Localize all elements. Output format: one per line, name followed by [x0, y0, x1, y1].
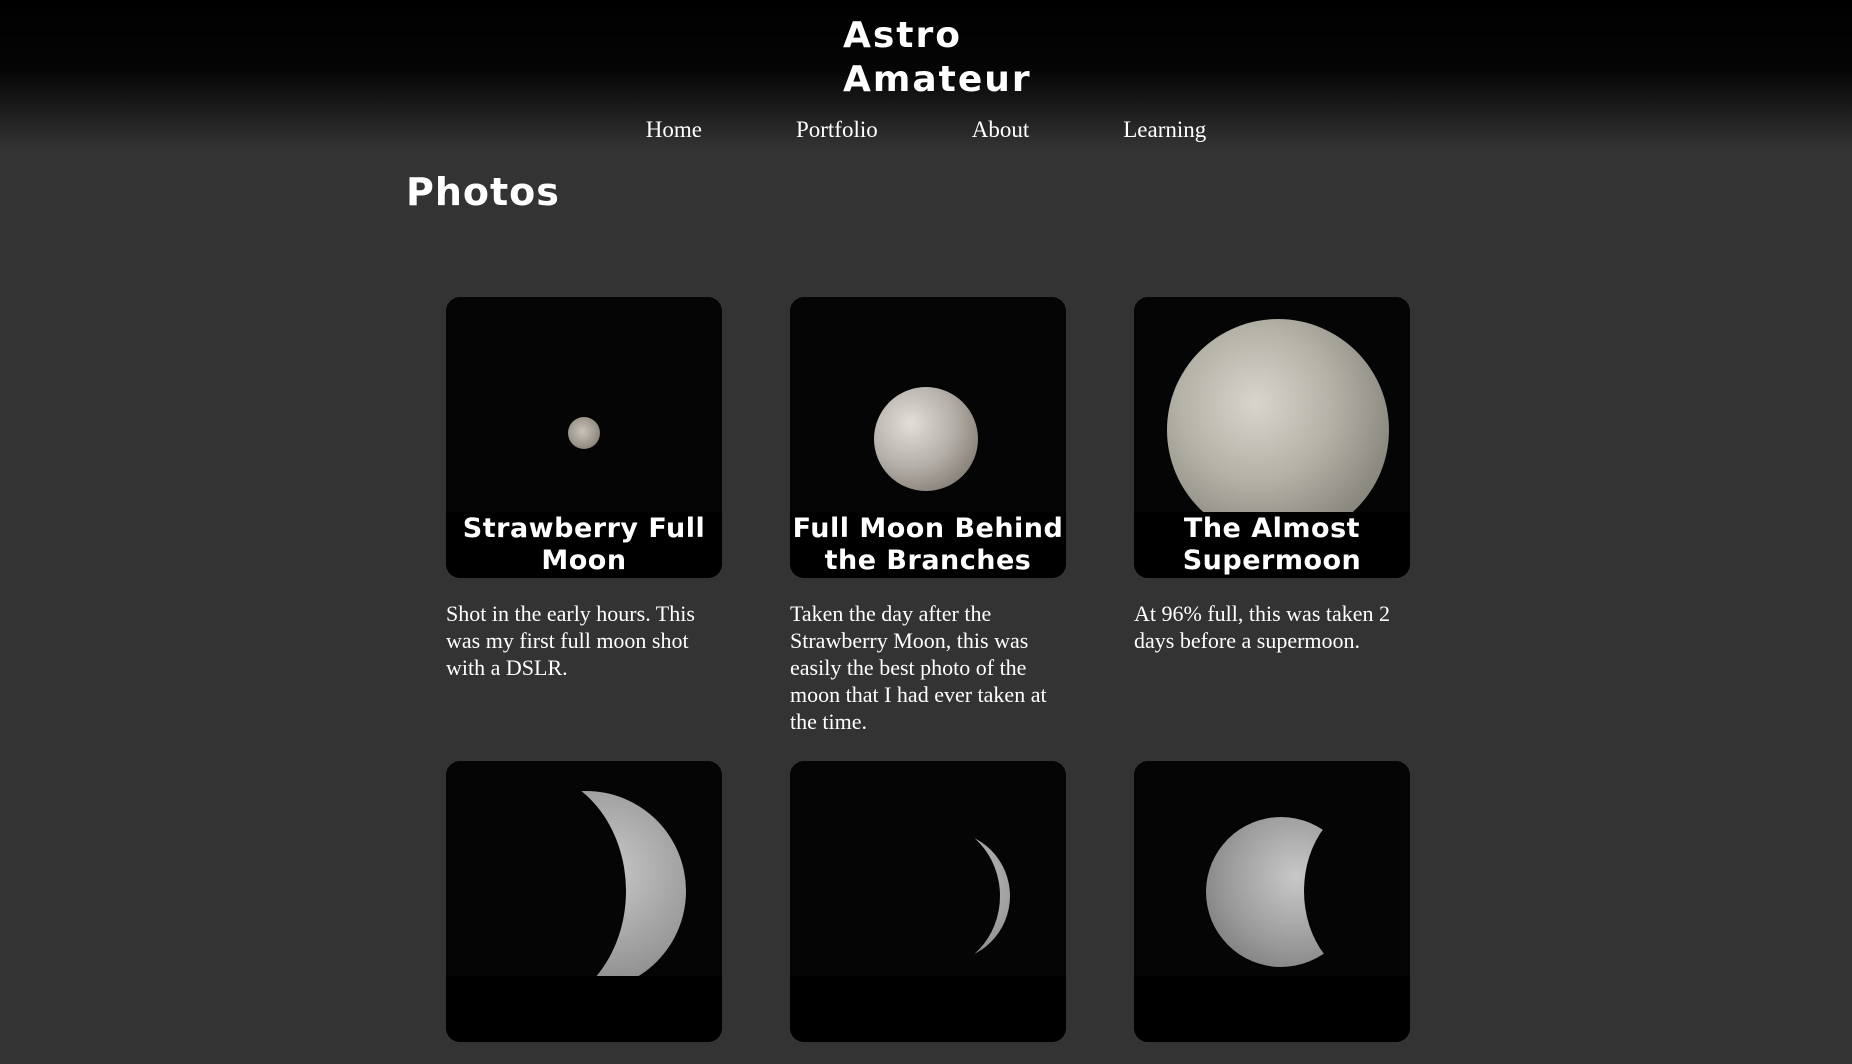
moon-image [1167, 319, 1389, 541]
site-title[interactable]: Astro Amateur [843, 14, 1032, 102]
photo-card [790, 761, 1066, 1064]
main-nav: Home Portfolio About Learning [0, 114, 1852, 146]
photo-image[interactable] [790, 761, 1066, 1042]
nav-portfolio-link[interactable]: Portfolio [796, 114, 878, 146]
photo-card: The Almost Supermoon At 96% full, this w… [1134, 297, 1410, 735]
photo-image[interactable] [1134, 761, 1410, 1042]
site-header: Astro Amateur Home Portfolio About Learn… [0, 0, 1852, 148]
site-title-line-1: Astro [843, 15, 962, 56]
nav-about-link[interactable]: About [972, 114, 1030, 146]
photo-image[interactable]: Strawberry Full Moon [446, 297, 722, 578]
moon-shadow [860, 821, 1000, 971]
site-title-line-2: Amateur [843, 59, 1032, 100]
photo-card [1134, 761, 1410, 1064]
photo-card [446, 761, 722, 1064]
photo-image[interactable]: Full Moon Behind the Branches [790, 297, 1066, 578]
moon-image [874, 387, 978, 491]
photo-description: Shot in the early hours. This was my fir… [446, 601, 695, 680]
page-heading: Photos [406, 170, 560, 214]
photo-card: Full Moon Behind the Branches Taken the … [790, 297, 1066, 735]
photo-title [1134, 976, 1410, 1042]
photo-title: Full Moon Behind the Branches [790, 512, 1066, 578]
photo-card: Strawberry Full Moon Shot in the early h… [446, 297, 722, 735]
photo-description: At 96% full, this was taken 2 days befor… [1134, 601, 1391, 653]
photo-description: Taken the day after the Strawberry Moon,… [790, 601, 1047, 734]
moon-image [568, 417, 600, 449]
nav-learning-link[interactable]: Learning [1123, 114, 1206, 146]
photo-title [446, 976, 722, 1042]
photo-grid: Strawberry Full Moon Shot in the early h… [446, 297, 1410, 1064]
nav-home-link[interactable]: Home [646, 114, 702, 146]
photo-title: Strawberry Full Moon [446, 512, 722, 578]
photo-title: The Almost Supermoon [1134, 512, 1410, 578]
photo-title [790, 976, 1066, 1042]
photo-image[interactable] [446, 761, 722, 1042]
photo-image[interactable]: The Almost Supermoon [1134, 297, 1410, 578]
